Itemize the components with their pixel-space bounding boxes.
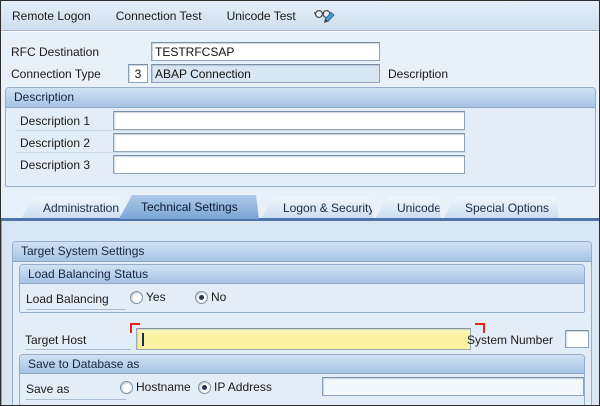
text-caret xyxy=(142,333,144,346)
load-balancing-yes-radio[interactable]: Yes xyxy=(130,290,166,304)
label-underline xyxy=(26,309,126,310)
rfc-destination-label: RFC Destination xyxy=(11,45,99,59)
annotation-bracket-top-right xyxy=(475,323,485,333)
tab-administration[interactable]: Administration xyxy=(21,197,121,219)
description-row: Description 1 xyxy=(16,109,466,131)
description-1-label: Description 1 xyxy=(20,114,90,128)
description-row: Description 2 xyxy=(16,131,466,153)
radio-label: No xyxy=(211,290,226,304)
load-balancing-status-group: Load Balancing Status Load Balancing Yes… xyxy=(19,264,585,313)
settings-tabstrip: Administration Technical Settings Logon … xyxy=(1,191,599,219)
system-number-input[interactable] xyxy=(565,330,589,348)
connection-type-text-field xyxy=(151,64,380,83)
save-as-value-field xyxy=(322,377,584,396)
description-group-header: Description xyxy=(6,88,595,108)
target-system-settings-header: Target System Settings xyxy=(13,242,591,262)
radio-label: Yes xyxy=(146,290,166,304)
save-to-database-group: Save to Database as Save as Hostname IP … xyxy=(19,354,585,406)
radio-circle xyxy=(120,381,133,394)
radio-circle xyxy=(130,291,143,304)
annotation-bracket-top-left xyxy=(130,323,140,333)
display-change-icon[interactable] xyxy=(314,6,336,26)
save-as-hostname-radio[interactable]: Hostname xyxy=(120,380,191,394)
load-balancing-label: Load Balancing xyxy=(26,292,109,306)
target-system-settings-group: Target System Settings Load Balancing St… xyxy=(12,241,592,405)
save-to-database-header: Save to Database as xyxy=(20,355,584,374)
description-3-input[interactable] xyxy=(113,155,465,174)
description-side-label: Description xyxy=(388,67,448,81)
description-2-input[interactable] xyxy=(113,133,465,152)
description-group: Description Description 1 Description 2 … xyxy=(5,87,596,187)
save-as-label: Save as xyxy=(26,382,69,396)
description-row: Description 3 xyxy=(16,153,466,175)
radio-label: IP Address xyxy=(214,380,272,394)
radio-circle xyxy=(198,381,211,394)
tab-unicode[interactable]: Unicode xyxy=(375,197,441,219)
description-1-input[interactable] xyxy=(113,111,465,130)
rfc-destination-input[interactable] xyxy=(151,42,380,61)
target-host-input[interactable] xyxy=(136,328,471,350)
tab-technical-settings[interactable]: Technical Settings xyxy=(119,195,259,219)
unicode-test-button[interactable]: Unicode Test xyxy=(221,5,302,27)
label-underline xyxy=(26,399,126,400)
sm59-rfc-destination-window: Remote Logon Connection Test Unicode Tes… xyxy=(0,0,600,406)
technical-settings-panel: Target System Settings Load Balancing St… xyxy=(1,221,600,406)
application-toolbar: Remote Logon Connection Test Unicode Tes… xyxy=(1,1,599,30)
connection-type-label: Connection Type xyxy=(11,67,101,81)
save-as-ip-address-radio[interactable]: IP Address xyxy=(198,380,272,394)
load-balancing-no-radio[interactable]: No xyxy=(195,290,226,304)
radio-label: Hostname xyxy=(136,380,191,394)
toolbar-divider xyxy=(1,30,599,32)
tab-special-options[interactable]: Special Options xyxy=(443,197,559,219)
tab-logon-security[interactable]: Logon & Security xyxy=(261,197,373,219)
target-host-label: Target Host xyxy=(25,333,86,347)
radio-circle xyxy=(195,291,208,304)
load-balancing-status-header: Load Balancing Status xyxy=(20,265,584,284)
connection-test-button[interactable]: Connection Test xyxy=(110,5,208,27)
description-3-label: Description 3 xyxy=(20,158,90,172)
description-2-label: Description 2 xyxy=(20,136,90,150)
label-underline xyxy=(25,349,131,350)
connection-type-code-input[interactable] xyxy=(128,64,148,83)
system-number-label: System Number xyxy=(467,333,553,347)
remote-logon-button[interactable]: Remote Logon xyxy=(6,5,97,27)
